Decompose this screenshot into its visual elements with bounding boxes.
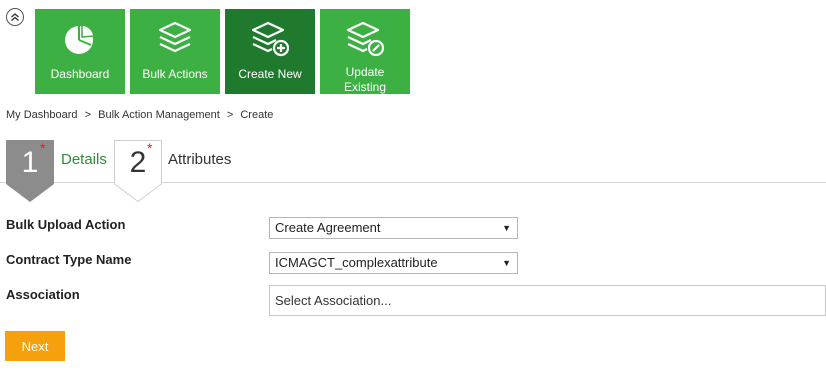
create-new-tile-label: Create New — [238, 67, 302, 81]
association-select[interactable]: Select Association... — [269, 285, 826, 316]
bulk-upload-action-label: Bulk Upload Action — [6, 217, 126, 232]
update-existing-label-line1: Update — [345, 65, 385, 79]
breadcrumb-separator: > — [226, 109, 234, 121]
contract-type-name-label: Contract Type Name — [6, 252, 132, 267]
step-2-required-mark: * — [147, 140, 153, 156]
bulk-upload-action-select[interactable]: Create Agreement ▼ — [269, 217, 518, 239]
step-1-badge[interactable]: 1 * — [6, 140, 54, 202]
layers-edit-icon — [343, 19, 387, 59]
dropdown-caret-icon: ▼ — [502, 223, 511, 233]
dashboard-tile-label: Dashboard — [50, 67, 110, 81]
step-1-required-mark: * — [40, 140, 46, 156]
layers-icon — [155, 19, 195, 59]
update-existing-tile-label: Update Existing — [344, 65, 386, 95]
collapse-toggle-button[interactable] — [6, 8, 24, 26]
contract-type-name-select[interactable]: ICMAGCT_complexattribute ▼ — [269, 252, 518, 274]
dashboard-tile[interactable]: Dashboard — [35, 9, 125, 94]
update-existing-label-line2: Existing — [343, 80, 387, 94]
next-button[interactable]: Next — [5, 331, 65, 361]
bulk-actions-tile[interactable]: Bulk Actions — [130, 9, 220, 94]
create-new-tile[interactable]: Create New — [225, 9, 315, 94]
step-1-number: 1 — [21, 146, 39, 179]
layers-add-icon — [248, 19, 292, 59]
bulk-actions-tile-label: Bulk Actions — [142, 67, 208, 81]
breadcrumb: My Dashboard > Bulk Action Management > … — [6, 109, 273, 121]
step-2-label[interactable]: Attributes — [168, 151, 231, 168]
step-1-label[interactable]: Details — [61, 151, 107, 168]
double-chevron-up-icon — [11, 13, 19, 22]
update-existing-tile[interactable]: Update Existing — [320, 9, 410, 94]
step-2-number: 2 — [129, 146, 147, 179]
breadcrumb-separator: > — [84, 109, 92, 121]
bulk-upload-action-value: Create Agreement — [275, 220, 381, 235]
step-2-badge[interactable]: 2 * — [114, 140, 162, 202]
breadcrumb-create: Create — [240, 109, 274, 121]
breadcrumb-my-dashboard[interactable]: My Dashboard — [6, 109, 78, 121]
dropdown-caret-icon: ▼ — [502, 258, 511, 268]
pie-chart-icon — [63, 19, 97, 59]
association-label: Association — [6, 287, 80, 302]
breadcrumb-bulk-action-management[interactable]: Bulk Action Management — [98, 109, 220, 121]
contract-type-name-value: ICMAGCT_complexattribute — [275, 255, 438, 270]
